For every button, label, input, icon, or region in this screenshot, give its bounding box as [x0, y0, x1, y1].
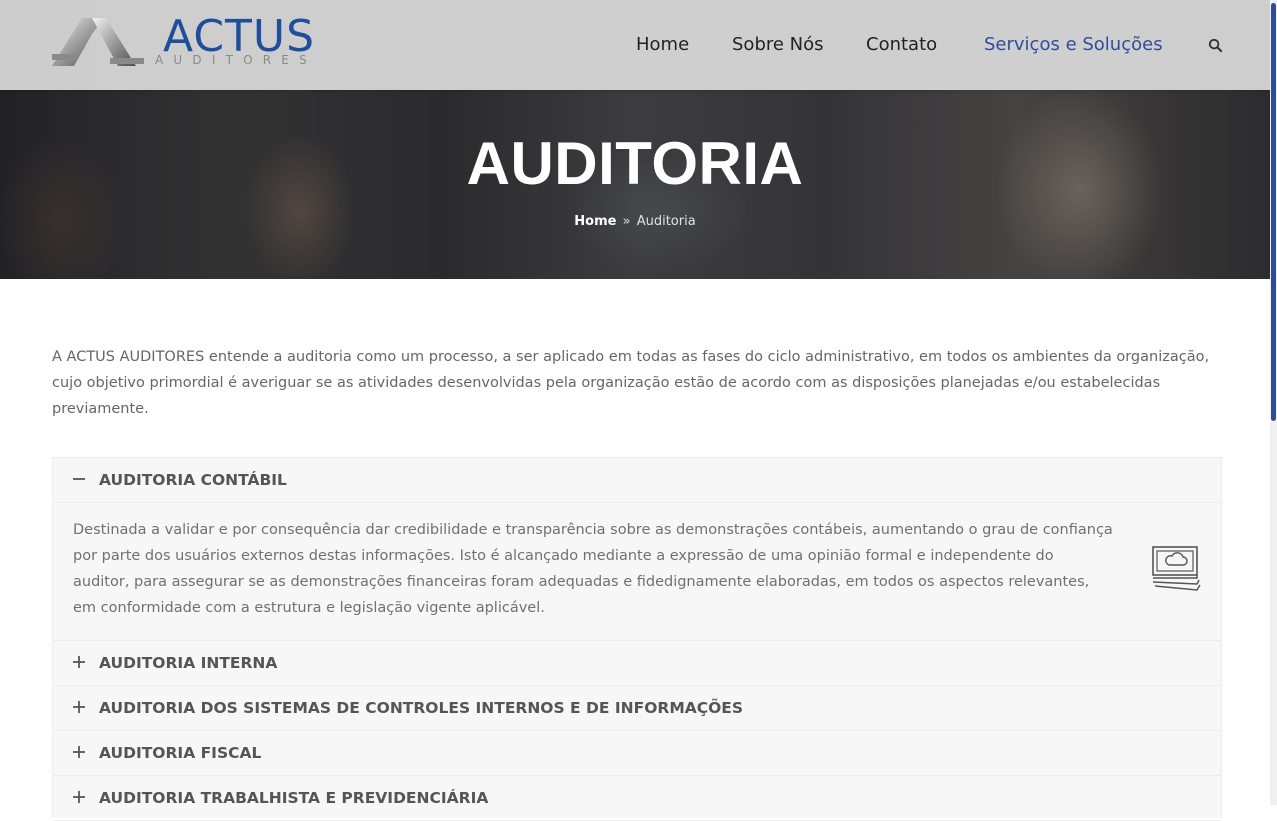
breadcrumb-separator: » [622, 214, 631, 229]
breadcrumb-current: Auditoria [636, 214, 696, 229]
site-header: ACTUS AUDITORES Home Sobre Nós Contato S… [0, 0, 1270, 90]
accordion-panel-contabil: Destinada a validar e por consequência d… [53, 502, 1221, 640]
accordion-header-sistemas[interactable]: AUDITORIA DOS SISTEMAS DE CONTROLES INTE… [53, 686, 1221, 730]
logo[interactable]: ACTUS AUDITORES [52, 12, 352, 74]
minus-icon [73, 478, 85, 480]
intro-paragraph: A ACTUS AUDITORES entende a auditoria co… [52, 349, 1210, 417]
accordion-title: AUDITORIA INTERNA [99, 654, 278, 672]
plus-icon [73, 791, 85, 803]
search-icon[interactable] [1208, 38, 1223, 53]
accordion-header-interna[interactable]: AUDITORIA INTERNA [53, 641, 1221, 685]
accordion-item-fiscal: AUDITORIA FISCAL [53, 731, 1221, 776]
page-title: AUDITORIA [466, 130, 804, 197]
plus-icon [73, 701, 85, 713]
plus-icon [73, 746, 85, 758]
breadcrumb: Home » Auditoria [0, 213, 1270, 231]
nav-contato[interactable]: Contato [866, 34, 937, 56]
accordion-title: AUDITORIA TRABALHISTA E PREVIDENCIÁRIA [99, 789, 489, 807]
plus-icon [73, 656, 85, 668]
accordion-header-fiscal[interactable]: AUDITORIA FISCAL [53, 731, 1221, 775]
logo-mark-icon [52, 18, 144, 66]
scrollbar-thumb[interactable] [1271, 3, 1276, 421]
nav-home[interactable]: Home [636, 34, 689, 56]
accordion-text: Destinada a validar e por consequência d… [73, 522, 1113, 616]
accordion-item-sistemas: AUDITORIA DOS SISTEMAS DE CONTROLES INTE… [53, 686, 1221, 731]
page-scrollbar[interactable] [1270, 0, 1277, 805]
accordion-item-trabalhista: AUDITORIA TRABALHISTA E PREVIDENCIÁRIA [53, 776, 1221, 821]
accordion-title: AUDITORIA CONTÁBIL [99, 471, 287, 489]
accordion-item-contabil: AUDITORIA CONTÁBIL Destinada a validar e… [53, 458, 1221, 641]
accordion-item-interna: AUDITORIA INTERNA [53, 641, 1221, 686]
accordion-title: AUDITORIA FISCAL [99, 744, 262, 762]
accordion-header-trabalhista[interactable]: AUDITORIA TRABALHISTA E PREVIDENCIÁRIA [53, 776, 1221, 820]
services-accordion: AUDITORIA CONTÁBIL Destinada a validar e… [52, 457, 1222, 821]
money-bills-icon [1152, 546, 1201, 591]
nav-servicos-solucoes[interactable]: Serviços e Soluções [984, 34, 1163, 56]
breadcrumb-home-link[interactable]: Home [574, 214, 616, 229]
nav-sobre-nos[interactable]: Sobre Nós [732, 34, 824, 56]
logo-tagline: AUDITORES [155, 53, 317, 67]
accordion-header-contabil[interactable]: AUDITORIA CONTÁBIL [53, 458, 1221, 502]
accordion-title: AUDITORIA DOS SISTEMAS DE CONTROLES INTE… [99, 699, 744, 717]
